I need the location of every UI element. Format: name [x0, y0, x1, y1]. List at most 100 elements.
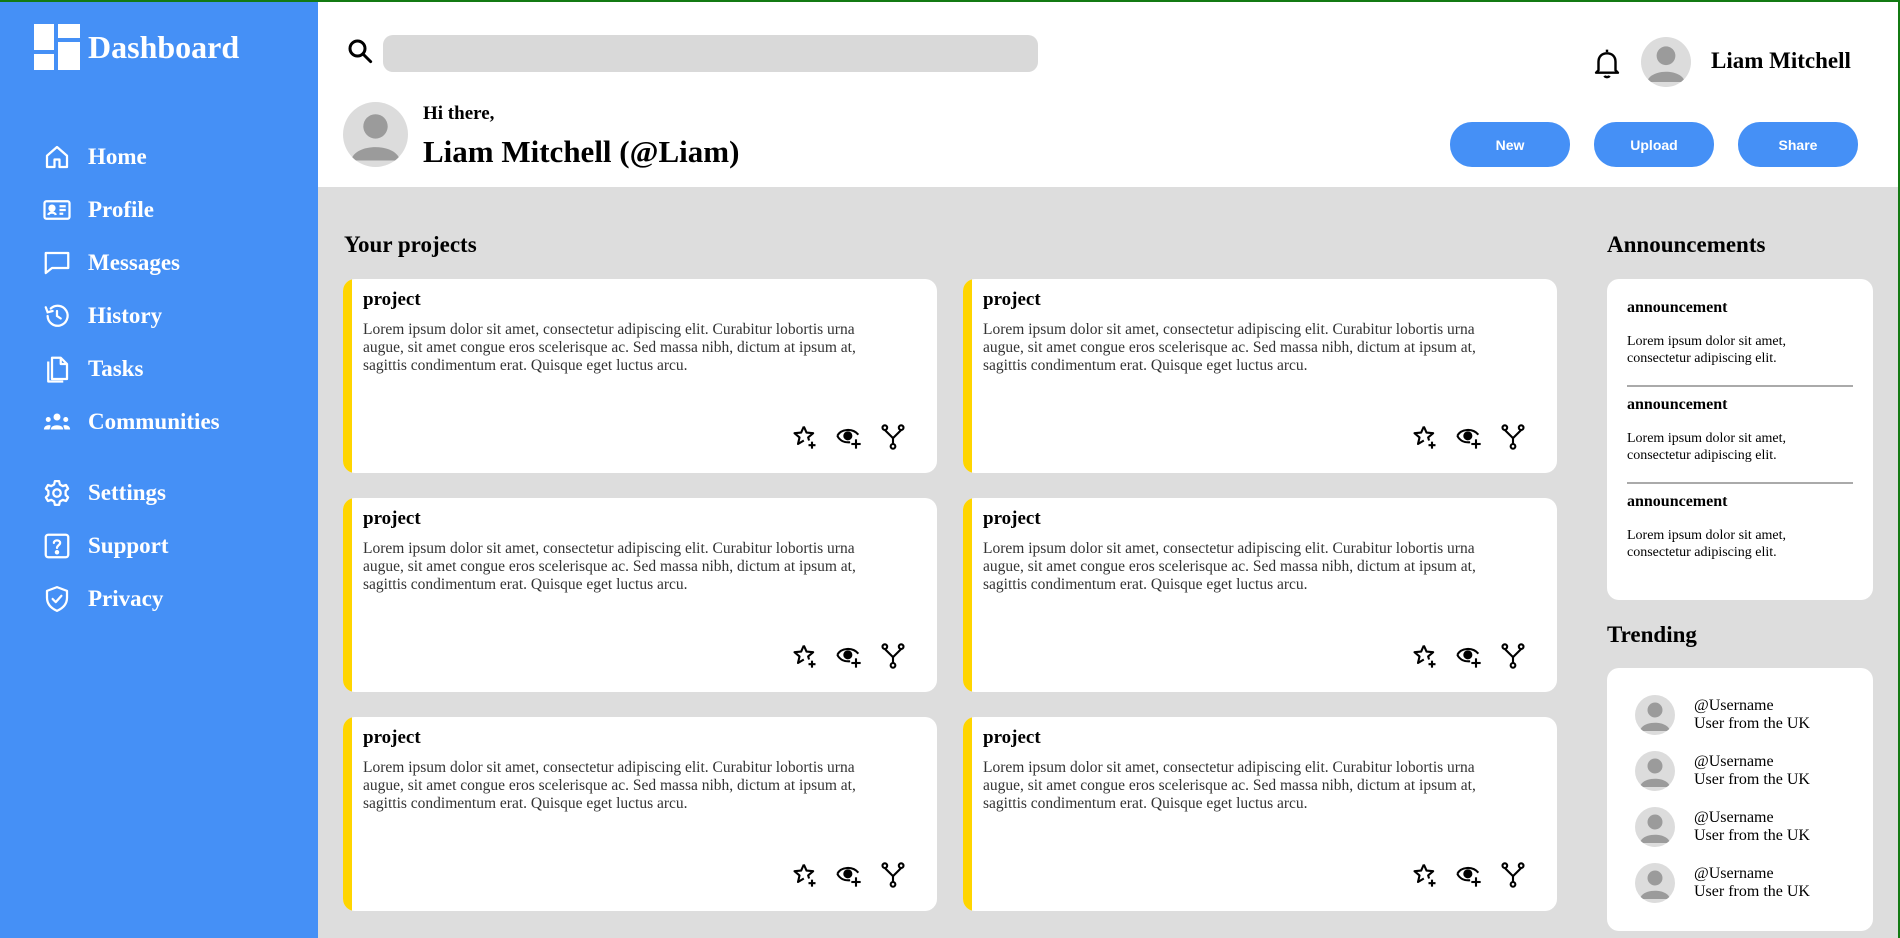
watch-add-icon[interactable] — [1455, 861, 1483, 889]
announcement-item[interactable]: announcement Lorem ipsum dolor sit amet,… — [1627, 396, 1853, 464]
fork-icon[interactable] — [1499, 423, 1527, 451]
star-add-icon[interactable] — [791, 642, 819, 670]
search-icon[interactable] — [345, 36, 375, 66]
fork-icon[interactable] — [879, 861, 907, 889]
upload-button[interactable]: Upload — [1594, 122, 1714, 167]
user-avatar-icon — [1640, 702, 1670, 731]
user-avatar-icon — [351, 114, 400, 161]
watch-add-icon[interactable] — [1455, 423, 1483, 451]
project-title: project — [983, 289, 1041, 310]
trending-sub: User from the UK — [1694, 883, 1810, 900]
watch-add-icon[interactable] — [835, 423, 863, 451]
share-button[interactable]: Share — [1738, 122, 1858, 167]
project-description: Lorem ipsum dolor sit amet, consectetur … — [363, 540, 856, 593]
project-actions — [791, 423, 907, 451]
star-add-icon[interactable] — [791, 423, 819, 451]
card-accent-bar — [963, 717, 972, 911]
user-avatar-icon — [1640, 758, 1670, 787]
trending-handle: @Username — [1694, 865, 1774, 882]
project-description: Lorem ipsum dolor sit amet, consectetur … — [983, 759, 1476, 812]
trending-user-text: @Username User from the UK — [1694, 865, 1810, 901]
fork-icon[interactable] — [879, 423, 907, 451]
fork-icon[interactable] — [879, 642, 907, 670]
project-card[interactable]: project Lorem ipsum dolor sit amet, cons… — [343, 717, 937, 911]
trending-handle: @Username — [1694, 809, 1774, 826]
message-icon — [44, 251, 70, 275]
history-icon — [44, 304, 69, 327]
trending-user[interactable]: @Username User from the UK — [1635, 695, 1810, 735]
announcement-item[interactable]: announcement Lorem ipsum dolor sit amet,… — [1627, 493, 1853, 561]
tasks-icon — [47, 356, 69, 383]
search-input[interactable] — [383, 35, 1038, 72]
sidebar-item-support[interactable]: Support — [42, 529, 169, 563]
communities-icon — [43, 413, 71, 430]
dashboard-logo-icon — [34, 24, 80, 70]
fork-icon[interactable] — [1499, 861, 1527, 889]
brand[interactable]: Dashboard — [34, 24, 239, 70]
sidebar-item-profile[interactable]: Profile — [42, 193, 154, 227]
avatar[interactable] — [1641, 37, 1691, 87]
sidebar-item-communities[interactable]: Communities — [42, 405, 220, 439]
project-description: Lorem ipsum dolor sit amet, consectetur … — [363, 759, 856, 812]
star-add-icon[interactable] — [791, 861, 819, 889]
project-actions — [1411, 861, 1527, 889]
sidebar-item-home[interactable]: Home — [42, 140, 147, 174]
sidebar-item-privacy[interactable]: Privacy — [42, 582, 163, 616]
project-card[interactable]: project Lorem ipsum dolor sit amet, cons… — [963, 498, 1557, 692]
trending-user-text: @Username User from the UK — [1694, 753, 1810, 789]
shield-icon — [45, 586, 69, 612]
project-actions — [791, 861, 907, 889]
announcement-description: Lorem ipsum dolor sit amet, consectetur … — [1627, 431, 1787, 463]
trending-user-text: @Username User from the UK — [1694, 697, 1810, 733]
project-description: Lorem ipsum dolor sit amet, consectetur … — [363, 321, 856, 374]
brand-title: Dashboard — [88, 29, 240, 65]
trending-user[interactable]: @Username User from the UK — [1635, 751, 1810, 791]
announcement-title: announcement — [1627, 396, 1728, 413]
greeting: Hi there, — [423, 103, 495, 124]
divider — [1627, 385, 1853, 387]
watch-add-icon[interactable] — [1455, 642, 1483, 670]
watch-add-icon[interactable] — [835, 642, 863, 670]
announcement-title: announcement — [1627, 493, 1728, 510]
project-title: project — [363, 727, 421, 748]
avatar — [1635, 751, 1675, 791]
project-card[interactable]: project Lorem ipsum dolor sit amet, cons… — [963, 279, 1557, 473]
id-card-icon — [43, 200, 71, 220]
project-card[interactable]: project Lorem ipsum dolor sit amet, cons… — [343, 498, 937, 692]
announcement-item[interactable]: announcement Lorem ipsum dolor sit amet,… — [1627, 299, 1853, 367]
trending-user[interactable]: @Username User from the UK — [1635, 807, 1810, 847]
sidebar-item-messages[interactable]: Messages — [42, 246, 180, 280]
project-title: project — [983, 727, 1041, 748]
sidebar-item-tasks[interactable]: Tasks — [42, 352, 143, 386]
star-add-icon[interactable] — [1411, 642, 1439, 670]
project-title: project — [363, 289, 421, 310]
sidebar-item-label: History — [88, 303, 163, 328]
trending-title: Trending — [1607, 622, 1697, 647]
sidebar-item-settings[interactable]: Settings — [42, 476, 166, 510]
watch-add-icon[interactable] — [835, 861, 863, 889]
star-add-icon[interactable] — [1411, 423, 1439, 451]
sidebar-item-history[interactable]: History — [42, 299, 162, 333]
sidebar: Dashboard Home Profile Messages History … — [0, 0, 318, 938]
trending-user[interactable]: @Username User from the UK — [1635, 863, 1810, 903]
announcement-description: Lorem ipsum dolor sit amet, consectetur … — [1627, 334, 1787, 366]
home-icon — [45, 145, 69, 169]
announcements-panel: announcement Lorem ipsum dolor sit amet,… — [1607, 279, 1873, 600]
sidebar-item-label: Home — [88, 144, 147, 169]
project-actions — [1411, 642, 1527, 670]
card-accent-bar — [963, 498, 972, 692]
star-add-icon[interactable] — [1411, 861, 1439, 889]
card-accent-bar — [343, 279, 352, 473]
announcements-title: Announcements — [1607, 232, 1766, 257]
card-accent-bar — [343, 498, 352, 692]
fork-icon[interactable] — [1499, 642, 1527, 670]
trending-sub: User from the UK — [1694, 715, 1810, 732]
sidebar-item-label: Tasks — [88, 356, 144, 381]
project-card[interactable]: project Lorem ipsum dolor sit amet, cons… — [963, 717, 1557, 911]
header-username[interactable]: Liam Mitchell — [1711, 48, 1851, 74]
sidebar-item-label: Profile — [88, 197, 154, 222]
project-card[interactable]: project Lorem ipsum dolor sit amet, cons… — [343, 279, 937, 473]
bell-icon[interactable] — [1592, 46, 1622, 80]
project-title: project — [983, 508, 1041, 529]
new-button[interactable]: New — [1450, 122, 1570, 167]
